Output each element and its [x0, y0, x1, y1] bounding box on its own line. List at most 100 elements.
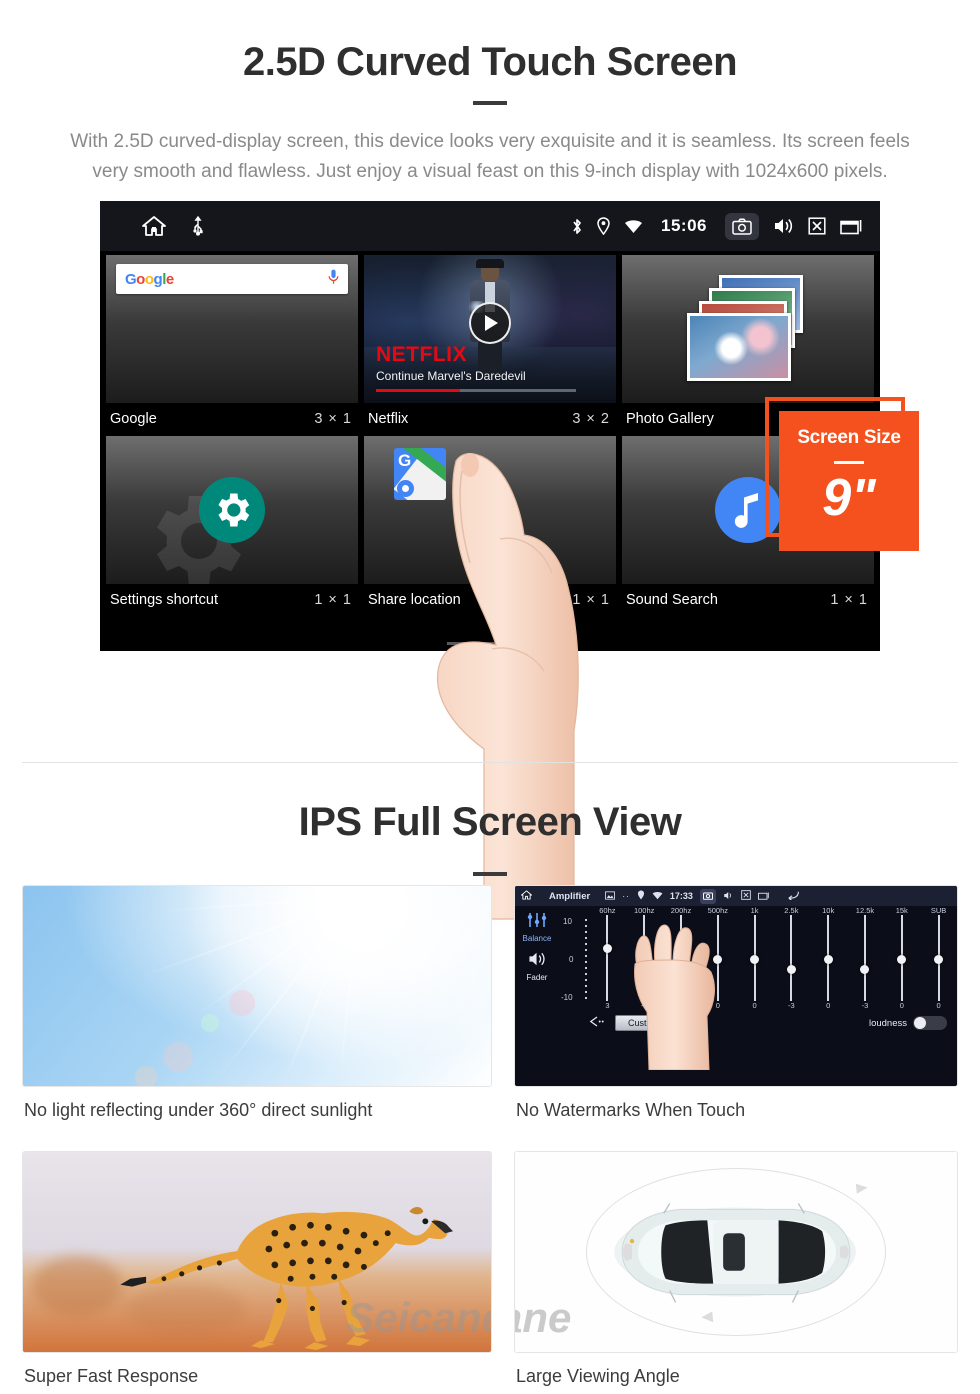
ips-caption: Large Viewing Angle [516, 1366, 680, 1386]
widget-size: 3 × 1 [314, 411, 352, 427]
eq-sliders[interactable] [559, 915, 957, 1001]
widget-label-netflix: Netflix 3 × 2 [364, 403, 616, 436]
recents-icon[interactable] [757, 891, 769, 902]
back-arrow-icon[interactable] [589, 1014, 605, 1032]
ips-feature-grid: No light reflecting under 360° direct su… [22, 885, 958, 1394]
google-search-widget[interactable]: Google [106, 255, 358, 403]
widget-size: 1 × 1 [572, 592, 610, 608]
badge-label: Screen Size [797, 427, 901, 448]
widget-label-share-location: Share location 1 × 1 [364, 584, 616, 617]
google-maps-widget[interactable]: G [364, 436, 616, 584]
screen-size-badge: Screen Size 9" [765, 397, 925, 567]
eq-band-labels: 60hz 100hz 200hz 500hz 1k 2.5k 10k 12.5k… [559, 906, 957, 915]
google-search-bar[interactable]: Google [116, 264, 348, 294]
eq-scale-max: 10 [563, 917, 572, 926]
ips-caption: Super Fast Response [24, 1366, 199, 1386]
recents-icon[interactable] [840, 217, 862, 235]
eq-slider [883, 915, 920, 1001]
page-dot[interactable] [447, 642, 469, 645]
loudness-toggle[interactable] [913, 1016, 947, 1030]
blue-sky-with-sun-flare [22, 885, 492, 1087]
google-maps-icon[interactable]: G [394, 448, 446, 500]
home-icon[interactable] [142, 215, 166, 237]
eq-band-label: 60hz [599, 906, 616, 915]
camera-icon[interactable] [725, 212, 759, 240]
widget-item-netflix[interactable]: NETFLIX Continue Marvel's Daredevil Netf… [364, 255, 616, 436]
home-icon[interactable] [520, 890, 533, 902]
wifi-icon[interactable] [652, 891, 663, 902]
status-bar-clock: 15:06 [661, 216, 707, 235]
netflix-widget[interactable]: NETFLIX Continue Marvel's Daredevil [364, 255, 616, 403]
location-pin-icon[interactable] [637, 890, 645, 902]
google-logo: Google [125, 270, 174, 288]
widget-name: Share location [368, 592, 461, 608]
eq-scale: 10 0 -10 [561, 917, 591, 1003]
loudness-label: loudness [868, 1017, 907, 1029]
running-cheetah-on-desert: Seicane [22, 1151, 492, 1353]
ips-tile-car: ane Large Viewing Angle [514, 1151, 958, 1394]
eq-band-label: 10k [822, 906, 835, 915]
amplifier-sidebar: Balance Fader [515, 906, 559, 1086]
ips-tile-cheetah: Seicane Super Fast Response [22, 1151, 492, 1394]
badge-value: 9" [822, 469, 876, 527]
device-showcase: 15:06 Google Google 3 × 1 NETFLIX Contin… [0, 201, 980, 920]
gallery-icon[interactable] [605, 890, 616, 902]
close-box-icon[interactable] [741, 890, 751, 902]
eq-slider [810, 915, 847, 1001]
close-box-icon[interactable] [808, 217, 826, 235]
sidebar-item-balance[interactable]: Balance [515, 934, 559, 943]
microphone-icon[interactable] [328, 269, 339, 290]
sidebar-item-fader[interactable]: Fader [515, 973, 559, 982]
ips-tile-amplifier: Amplifier ·· 17:33 Balance Fader 60hz 10… [514, 885, 958, 1137]
section2-title-rule [473, 872, 507, 876]
eq-scale-min: -10 [561, 993, 573, 1002]
usb-icon[interactable] [192, 216, 204, 236]
volume-icon[interactable] [723, 891, 734, 902]
eq-slider [920, 915, 957, 1001]
settings-gear-widget[interactable] [106, 436, 358, 584]
page-dot[interactable] [479, 642, 501, 645]
eq-band-label: 200hz [670, 906, 692, 915]
page-dot-active[interactable] [511, 642, 533, 645]
ips-caption: No Watermarks When Touch [516, 1100, 746, 1120]
widget-row-bottom: Settings shortcut 1 × 1 G Share location… [106, 436, 874, 617]
volume-icon[interactable] [773, 217, 794, 235]
amplifier-toolbar: Custom loudness [559, 1010, 957, 1032]
section-divider [22, 762, 958, 763]
amplifier-equalizer-screen: Amplifier ·· 17:33 Balance Fader 60hz 10… [514, 885, 958, 1087]
widget-label-sound-search: Sound Search 1 × 1 [622, 584, 874, 617]
wifi-icon[interactable] [624, 219, 643, 234]
location-pin-icon[interactable] [597, 217, 610, 235]
widget-name: Google [110, 411, 157, 427]
back-arrow-icon[interactable] [784, 890, 800, 902]
widget-label-settings-shortcut: Settings shortcut 1 × 1 [106, 584, 358, 617]
eq-band-label: 12.5k [855, 906, 875, 915]
settings-gear-icon[interactable] [199, 477, 265, 543]
widget-picker: Google Google 3 × 1 NETFLIX Continue Mar… [100, 251, 880, 617]
photo-gallery-widget[interactable] [622, 255, 874, 403]
eq-band-label: 100hz [633, 906, 655, 915]
eq-band-value: -3 [861, 1001, 869, 1010]
section1-title-rule [473, 101, 507, 105]
netflix-logo: NETFLIX [376, 343, 467, 366]
bluetooth-icon[interactable] [571, 217, 583, 236]
widget-name: Netflix [368, 411, 409, 427]
play-icon[interactable] [469, 302, 511, 345]
widget-item-settings-shortcut[interactable]: Settings shortcut 1 × 1 [106, 436, 358, 617]
widget-item-share-location[interactable]: G Share location 1 × 1 [364, 436, 616, 617]
speaker-icon[interactable] [515, 951, 559, 972]
amplifier-clock: 17:33 [669, 891, 693, 901]
section1-description: With 2.5D curved-display screen, this de… [70, 131, 910, 182]
product-feature-page: 2.5D Curved Touch Screen With 2.5D curve… [0, 40, 980, 1394]
more-icon[interactable]: ·· [622, 891, 630, 901]
amplifier-title: Amplifier [549, 890, 591, 902]
car-top-view-rotating: ane [514, 1151, 958, 1353]
page-indicator[interactable] [447, 642, 533, 645]
car-watermark: ane [515, 1294, 572, 1341]
widget-item-google[interactable]: Google Google 3 × 1 [106, 255, 358, 436]
widget-size: 1 × 1 [314, 592, 352, 608]
camera-icon[interactable] [699, 888, 716, 904]
sliders-icon[interactable] [515, 912, 559, 933]
photo-stack [685, 275, 811, 383]
widget-size: 3 × 2 [572, 411, 610, 427]
